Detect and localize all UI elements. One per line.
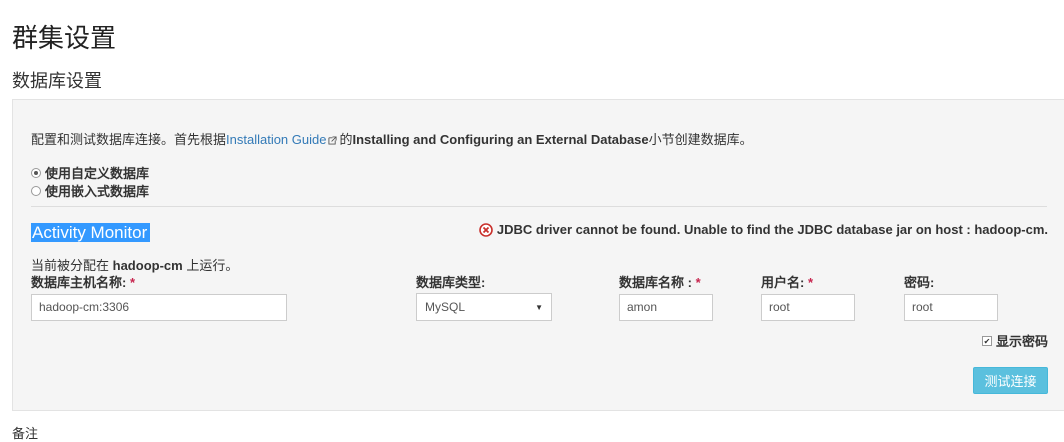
username-label: 用户名: * — [761, 272, 813, 291]
role-title: Activity Monitor — [31, 223, 151, 242]
db-name-input[interactable]: amon — [619, 294, 713, 321]
db-name-label: 数据库名称 : * — [619, 272, 701, 291]
required-mark: * — [695, 275, 701, 290]
show-password-toggle[interactable]: ✔ 显示密码 — [981, 331, 1048, 350]
password-label: 密码: — [904, 275, 935, 290]
intro-middle: 的 — [339, 132, 353, 147]
intro-bold-section: Installing and Configuring an External D… — [352, 132, 649, 147]
username-label-text: 用户名: — [761, 275, 805, 290]
radio-embedded-database[interactable]: 使用嵌入式数据库 — [31, 181, 149, 200]
db-name-label-text: 数据库名称 : — [619, 275, 692, 290]
radio-custom-database-label: 使用自定义数据库 — [45, 166, 150, 181]
assigned-prefix: 当前被分配在 — [31, 258, 110, 273]
assigned-host: hadoop-cm — [112, 258, 183, 273]
intro-suffix: 小节创建数据库。 — [648, 132, 753, 147]
page-title: 群集设置 — [12, 23, 117, 53]
section-title: 数据库设置 — [12, 71, 102, 91]
intro-prefix: 配置和测试数据库连接。首先根据 — [31, 132, 227, 147]
divider — [31, 206, 1047, 207]
radio-checked-icon[interactable] — [31, 167, 41, 178]
db-host-label-text: 数据库主机名称: — [31, 275, 127, 290]
error-text: JDBC driver cannot be found. Unable to f… — [496, 222, 1048, 237]
db-host-input[interactable]: hadoop-cm:3306 — [31, 294, 287, 321]
checkbox-checked-icon[interactable]: ✔ — [981, 335, 992, 346]
radio-embedded-database-label: 使用嵌入式数据库 — [45, 184, 150, 199]
error-circle-icon — [479, 222, 493, 237]
database-settings-panel: 配置和测试数据库连接。首先根据Installation Guide 的Instal… — [12, 99, 1064, 411]
jdbc-error-message: JDBC driver cannot be found. Unable to f… — [479, 222, 1048, 237]
db-host-label: 数据库主机名称: * — [31, 272, 135, 291]
radio-unchecked-icon[interactable] — [31, 185, 41, 196]
show-password-label: 显示密码 — [995, 334, 1048, 349]
intro-text: 配置和测试数据库连接。首先根据Installation Guide 的Instal… — [31, 129, 753, 148]
db-type-select[interactable]: MySQL ▼ — [416, 293, 552, 321]
radio-custom-database[interactable]: 使用自定义数据库 — [31, 163, 149, 182]
required-mark: * — [807, 275, 814, 290]
username-input[interactable]: root — [761, 294, 855, 321]
test-connection-button[interactable]: 测试连接 — [973, 367, 1048, 394]
assigned-suffix: 上运行。 — [186, 258, 239, 273]
caret-down-icon: ▼ — [535, 302, 543, 312]
db-type-value: MySQL — [425, 300, 466, 314]
db-type-label: 数据库类型: — [416, 275, 486, 290]
installation-guide-link[interactable]: Installation Guide — [226, 132, 326, 147]
external-link-icon — [328, 136, 338, 145]
password-input[interactable]: root — [904, 294, 998, 321]
required-mark: * — [129, 275, 136, 290]
